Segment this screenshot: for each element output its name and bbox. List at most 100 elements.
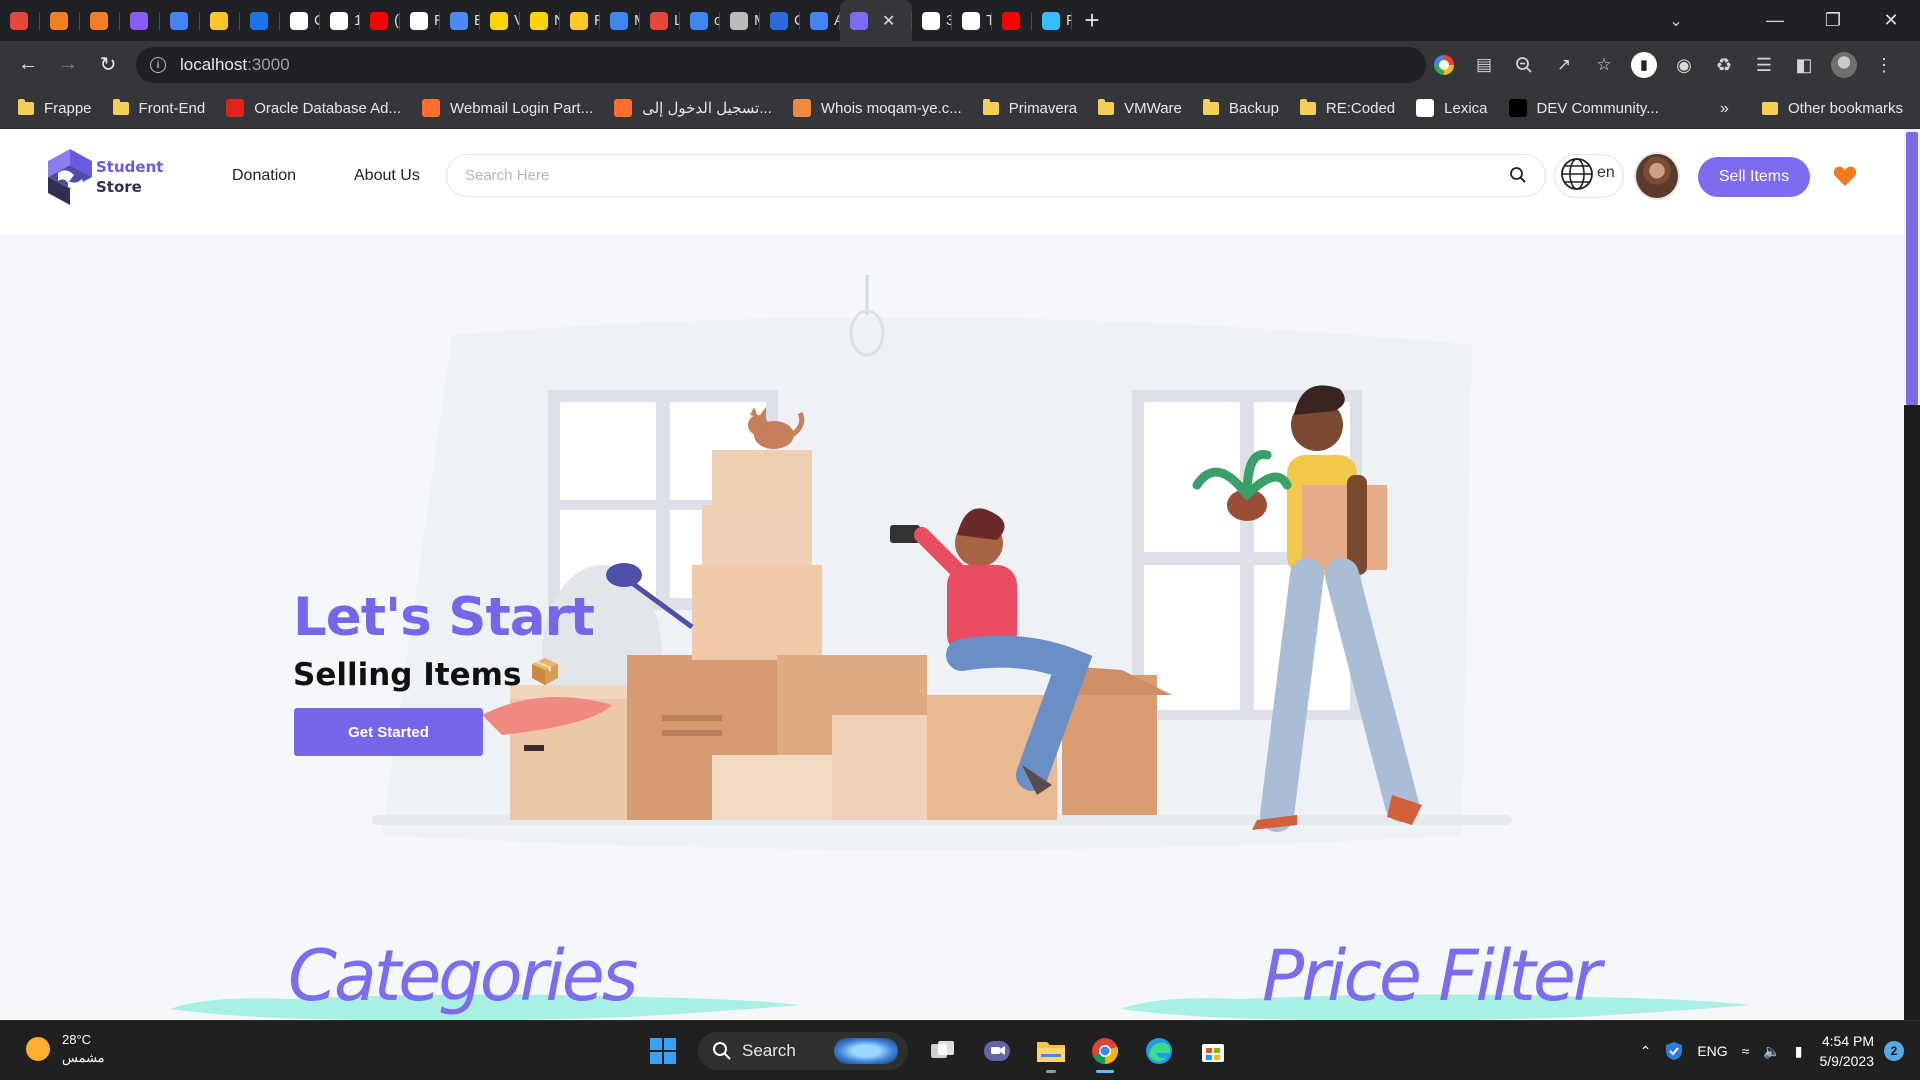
tab-23[interactable]: 36 — [912, 0, 952, 41]
tab-8[interactable]: Cc — [280, 0, 320, 41]
bookmark-item[interactable]: Frappe — [18, 98, 92, 117]
tab-17[interactable]: Lo — [640, 0, 680, 41]
tab-18[interactable]: co — [680, 0, 720, 41]
translate-icon[interactable]: ▤ — [1464, 47, 1504, 83]
browser-tab-strip: Cc10(8RcBiViNeReMiLocoMCcAs✕36TaPc + ⌄ —… — [0, 0, 1920, 41]
close-tab-icon[interactable]: ✕ — [882, 11, 895, 31]
bookmark-item[interactable]: Primavera — [982, 98, 1077, 117]
restore-icon[interactable]: ❐ — [1804, 0, 1862, 41]
tab-1[interactable] — [0, 0, 40, 41]
tab-search-icon[interactable]: ⌄ — [1646, 0, 1706, 41]
tab-15[interactable]: Re — [560, 0, 600, 41]
notification-badge[interactable]: 2 — [1884, 1041, 1904, 1061]
taskbar-clock[interactable]: 4:54 PM 5/9/2023 — [1810, 1031, 1885, 1071]
tab-26[interactable]: Pc — [1032, 0, 1072, 41]
hero-subtitle-row: Selling Items — [293, 655, 561, 695]
tab-3[interactable] — [80, 0, 120, 41]
tab-4[interactable] — [120, 0, 160, 41]
tab-13[interactable]: Vi — [480, 0, 520, 41]
tab-22[interactable]: ✕ — [840, 0, 912, 41]
tab-21[interactable]: As — [800, 0, 840, 41]
site-info-icon[interactable]: i — [150, 57, 166, 73]
input-language[interactable]: ENG — [1690, 1021, 1734, 1080]
side-panel-icon[interactable]: ◧ — [1784, 45, 1824, 85]
bookmark-item[interactable]: RE:Coded — [1299, 98, 1395, 117]
tab-24[interactable]: Ta — [952, 0, 992, 41]
edge-icon[interactable] — [1132, 1027, 1186, 1075]
task-view-icon[interactable] — [916, 1027, 970, 1075]
stackoverflow-icon — [90, 11, 108, 30]
share-icon[interactable]: ↗ — [1544, 47, 1584, 83]
zoom-icon[interactable] — [1504, 47, 1544, 83]
user-avatar[interactable] — [1634, 152, 1680, 200]
extensions-puzzle-icon[interactable]: ♻ — [1704, 45, 1744, 85]
tab-9[interactable]: 10 — [320, 0, 360, 41]
chrome-icon[interactable] — [1078, 1027, 1132, 1075]
other-bookmarks-folder[interactable]: Other bookmarks — [1762, 88, 1903, 129]
bookmark-item[interactable]: DEV Community... — [1508, 99, 1659, 117]
start-windows-icon[interactable] — [636, 1027, 690, 1075]
search-icon[interactable] — [1509, 166, 1527, 189]
menu-kebab-icon[interactable]: ⋮ — [1864, 45, 1904, 85]
bookmark-item[interactable]: Oracle Database Ad... — [226, 99, 401, 117]
tab-20[interactable]: Cc — [760, 0, 800, 41]
wifi-icon[interactable]: ≈ — [1735, 1021, 1757, 1080]
tab-11[interactable]: Rc — [400, 0, 440, 41]
heart-icon[interactable] — [1833, 165, 1857, 192]
bookmark-item[interactable]: VMWare — [1098, 98, 1182, 117]
taskbar-search[interactable]: Search — [698, 1032, 908, 1070]
bookmark-item[interactable]: Lexica — [1416, 99, 1488, 117]
file-explorer-icon[interactable] — [1024, 1027, 1078, 1075]
tab-16[interactable]: Mi — [600, 0, 640, 41]
bookmark-item[interactable]: تسجيل الدخول إلى... — [614, 99, 772, 117]
new-tab-button[interactable]: + — [1072, 0, 1112, 41]
teams-chat-icon[interactable] — [970, 1027, 1024, 1075]
tab-list: Cc10(8RcBiViNeReMiLocoMCcAs✕36TaPc — [0, 0, 1072, 41]
forward-icon[interactable]: → — [48, 45, 88, 85]
extension-icon[interactable]: ▮ — [1624, 45, 1664, 85]
translate-icon — [450, 11, 468, 30]
student-store-logo[interactable]: Student Store — [44, 146, 174, 208]
bookmark-star-icon[interactable]: ☆ — [1584, 47, 1624, 83]
logo-mark-icon — [44, 147, 96, 207]
tab-25[interactable] — [992, 0, 1032, 41]
get-started-button[interactable]: Get Started — [294, 708, 483, 756]
reload-icon[interactable]: ↻ — [88, 45, 128, 85]
security-shield-icon[interactable] — [1658, 1021, 1690, 1080]
github-icon — [330, 11, 348, 30]
tab-10[interactable]: (8 — [360, 0, 400, 41]
tab-2[interactable] — [40, 0, 80, 41]
tab-7[interactable] — [240, 0, 280, 41]
close-window-icon[interactable]: ✕ — [1862, 0, 1920, 41]
search-input[interactable] — [465, 167, 1465, 184]
scrollbar-thumb[interactable] — [1906, 132, 1918, 405]
profile-avatar-icon[interactable] — [1824, 45, 1864, 85]
page-scrollbar[interactable] — [1904, 129, 1920, 1020]
tab-19[interactable]: M — [720, 0, 760, 41]
bookmark-label: Oracle Database Ad... — [254, 99, 401, 117]
minimize-icon[interactable]: — — [1746, 0, 1804, 41]
nav-link-about-us[interactable]: About Us — [354, 167, 420, 185]
bookmark-item[interactable]: Whois moqam-ye.c... — [792, 99, 962, 117]
volume-icon[interactable]: 🔈 — [1756, 1021, 1787, 1080]
bookmark-item[interactable]: Front-End — [112, 98, 205, 117]
bookmark-item[interactable]: Backup — [1202, 98, 1279, 117]
chevron-up-icon[interactable]: ⌃ — [1633, 1021, 1659, 1080]
language-switcher[interactable]: en — [1554, 154, 1624, 198]
back-icon[interactable]: ← — [8, 45, 48, 85]
tab-14[interactable]: Ne — [520, 0, 560, 41]
battery-icon[interactable]: ▮ — [1788, 1021, 1810, 1080]
more-bookmarks-button[interactable]: » — [1720, 88, 1729, 129]
sell-items-button[interactable]: Sell Items — [1698, 157, 1810, 197]
tab-5[interactable] — [160, 0, 200, 41]
camera-icon[interactable]: ◉ — [1664, 45, 1704, 85]
nav-link-donation[interactable]: Donation — [232, 167, 296, 185]
tab-12[interactable]: Bi — [440, 0, 480, 41]
weather-widget[interactable]: 28°C مشمس — [26, 1031, 105, 1067]
google-lens-icon[interactable] — [1424, 47, 1464, 83]
bookmark-item[interactable]: Webmail Login Part... — [421, 99, 593, 117]
media-queue-icon[interactable]: ☰ — [1744, 45, 1784, 85]
tab-6[interactable] — [200, 0, 240, 41]
address-bar[interactable]: i localhost:3000 — [136, 47, 1426, 83]
microsoft-store-icon[interactable] — [1186, 1027, 1240, 1075]
